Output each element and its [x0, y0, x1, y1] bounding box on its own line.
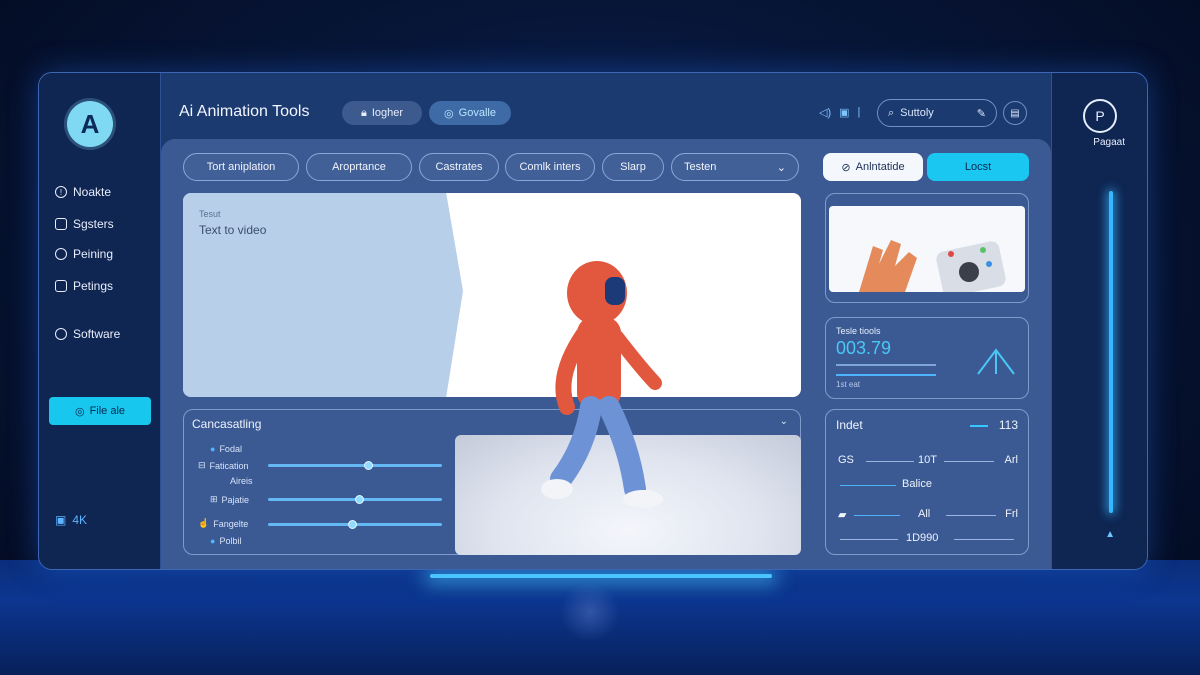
testen-dropdown[interactable]: Testen ⌄ [671, 153, 799, 181]
chip-0[interactable]: Tort aniplation [183, 153, 299, 181]
chip-1[interactable]: Aroprtance [306, 153, 412, 181]
sidebar-item-peining[interactable]: Peining [55, 247, 113, 261]
image-icon[interactable]: ▣ [839, 106, 849, 119]
link-icon: ⊘ [841, 161, 851, 174]
chip-3[interactable]: Comlk inters [505, 153, 595, 181]
character-figure [541, 261, 663, 508]
slider[interactable] [268, 461, 442, 470]
hand-icon: ☝ [198, 518, 210, 528]
divider [866, 461, 914, 462]
menu-icon: ▤ [1010, 107, 1020, 119]
slider-handle[interactable] [348, 520, 358, 529]
profile-icon[interactable]: P [1083, 99, 1117, 133]
thumbnail-image[interactable] [829, 206, 1025, 292]
dot-icon: ● [210, 444, 216, 454]
sidebar-item-sgsters[interactable]: Sgsters [55, 217, 114, 231]
peak-icon [977, 348, 1015, 375]
control-row: ⊟ Fatication [198, 460, 249, 471]
sidebar-item-label: Sgsters [73, 217, 114, 231]
search-field[interactable]: ⌕ Suttoly ✎ [877, 99, 997, 127]
box-icon: ▰ [838, 509, 847, 521]
settings-icon [55, 280, 67, 292]
control-row: Aireis [230, 476, 253, 486]
chevron-down-icon: ⌄ [776, 161, 786, 174]
menu-button[interactable]: ▤ [1003, 101, 1027, 125]
sidebar-item-software[interactable]: Software [55, 327, 120, 341]
controls-title: Cancasatling [192, 417, 262, 431]
divider [840, 539, 898, 540]
right-rail: P Pagaat ▲ [1051, 73, 1147, 569]
resolution-badge[interactable]: ▣ 4K [55, 513, 87, 527]
divider [944, 461, 994, 462]
sidebar-item-label: Noakte [73, 185, 112, 199]
control-row: ⊞ Pajatie [210, 494, 250, 505]
app-title: Ai Animation Tools [179, 103, 310, 120]
circle-icon: ◎ [444, 107, 454, 120]
slider[interactable] [268, 495, 442, 504]
preview-caption: Tesut [199, 209, 221, 219]
chevron-down-icon[interactable]: ⌄ [780, 416, 788, 427]
edit-icon[interactable]: ✎ [977, 107, 986, 120]
tab-iogher[interactable]: 🔒︎ Iogher [342, 101, 422, 125]
info-title: Indet [836, 418, 863, 432]
animate-button[interactable]: ⊘ Anlntatide [823, 153, 923, 181]
divider [954, 539, 1014, 540]
app-window: A ! Noakte Sgsters Peining Petings Softw… [38, 72, 1148, 570]
sliders-icon: ⊟ [198, 460, 206, 470]
stats-sub: 1st eat [836, 380, 861, 389]
file-button[interactable]: ◎ File ale [49, 397, 151, 425]
stats-title: Tesle tiools [836, 326, 881, 336]
sidebar-item-petings[interactable]: Petings [55, 279, 113, 293]
grid-icon [55, 218, 67, 230]
sidebar-item-label: Software [73, 327, 121, 341]
stats-panel: Tesle tiools 003.79 1st eat [825, 317, 1029, 399]
file-icon: ◎ [74, 405, 85, 418]
resolution-icon: ▣ [55, 513, 67, 527]
sidebar-item-label: Peining [73, 247, 114, 261]
control-row: ☝ Fangelte [198, 518, 249, 529]
sidebar-item-label: Petings [73, 279, 114, 293]
divider [840, 485, 896, 486]
slider[interactable] [268, 520, 442, 529]
app-logo[interactable]: A [67, 101, 113, 147]
info-icon: ! [55, 186, 67, 198]
divider [946, 515, 996, 516]
lock-icon: 🔒︎ [360, 106, 367, 119]
floor-glow [430, 574, 772, 578]
chip-2[interactable]: Castrates [419, 153, 499, 181]
preview-label: Text to video [199, 223, 267, 237]
audio-icon[interactable]: ◁) [819, 106, 831, 119]
progress-line [836, 374, 936, 376]
control-row: ● Fodal [210, 444, 242, 454]
control-row: ● Polbil [210, 536, 242, 546]
divider: | [857, 106, 861, 118]
palette-icon [55, 248, 67, 260]
scrollbar[interactable] [1109, 191, 1113, 513]
sidebar: A ! Noakte Sgsters Peining Petings Softw… [39, 73, 161, 569]
search-icon: ⌕ [888, 106, 895, 119]
stats-value: 003.79 [836, 338, 892, 358]
brush-icon: ⊞ [210, 494, 218, 504]
info-panel: Indet 113 GS 10T Arl Balice ▰ All Frl 1D… [825, 409, 1029, 555]
slider[interactable] [854, 515, 900, 516]
chip-4[interactable]: Slarp [602, 153, 664, 181]
info-number: 113 [998, 418, 1018, 432]
floor-reflection [560, 582, 620, 642]
divider [836, 364, 936, 366]
slider-handle[interactable] [363, 461, 373, 470]
locst-button[interactable]: Locst [927, 153, 1029, 181]
profile-label: Pagaat [1093, 137, 1125, 148]
hand-camera-illustration [859, 240, 1006, 292]
divider [970, 425, 988, 427]
toolbar-icons: ◁) ▣ | [819, 106, 860, 119]
dot-icon: ● [210, 536, 216, 546]
tab-govalle[interactable]: ◎ Govalle [429, 101, 511, 125]
chevron-up-icon[interactable]: ▲ [1105, 529, 1115, 540]
slider-handle[interactable] [355, 495, 364, 504]
sidebar-item-noakte[interactable]: ! Noakte [55, 185, 111, 199]
search-input[interactable]: Suttoly [900, 107, 971, 119]
video-preview[interactable]: Tesut Text to video [183, 193, 801, 397]
clock-icon [55, 328, 67, 340]
